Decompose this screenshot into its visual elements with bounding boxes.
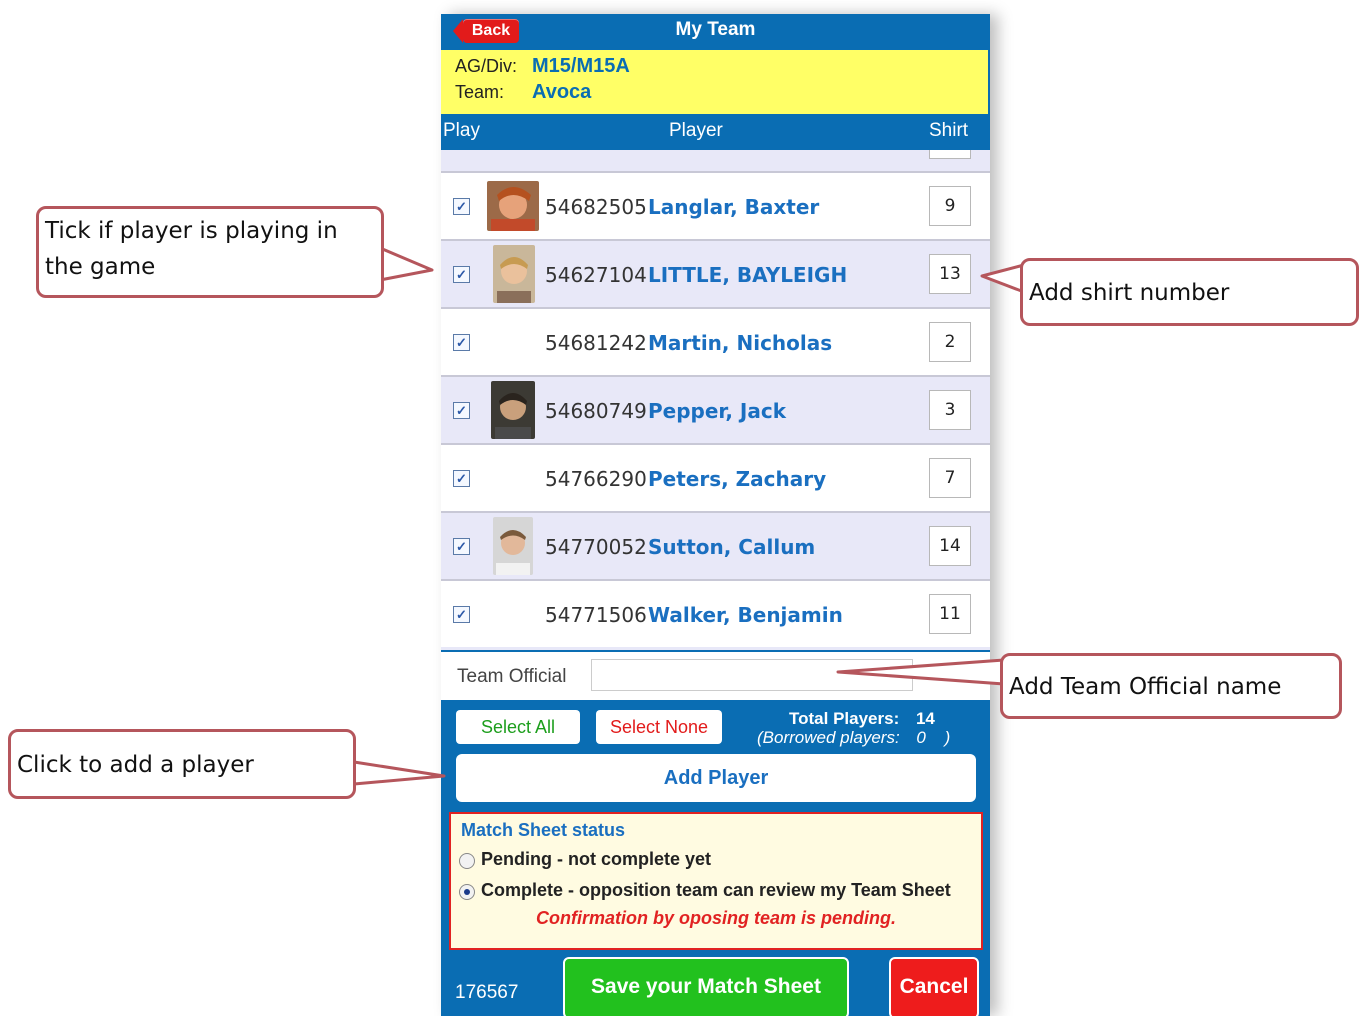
play-checkbox[interactable]: ✓ <box>453 402 470 419</box>
agdiv-value: M15/M15A <box>532 55 630 77</box>
total-players-label: Total Players: <box>789 709 900 728</box>
player-photo <box>487 181 539 231</box>
cancel-button[interactable]: Cancel <box>889 957 979 1016</box>
player-id: 54681242 <box>545 331 647 355</box>
shirt-number-input[interactable]: 13 <box>929 254 971 294</box>
team-info-panel: AG/Div: M15/M15A Team: Avoca <box>441 50 990 114</box>
column-headers: Play Player Shirt <box>441 114 990 150</box>
player-row[interactable]: ✓ 54771506 Walker, Benjamin 11 <box>441 579 990 647</box>
complete-label[interactable]: Complete - opposition team can review my… <box>481 880 951 901</box>
play-checkbox[interactable]: ✓ <box>453 470 470 487</box>
page-title: My Team <box>675 19 756 40</box>
shirt-number-input[interactable]: 9 <box>929 186 971 226</box>
matchsheet-status-box: Match Sheet status Pending - not complet… <box>449 812 983 950</box>
player-name[interactable]: Martin, Nicholas <box>648 331 832 355</box>
player-id: 54680749 <box>545 399 647 423</box>
player-name[interactable]: Langlar, Baxter <box>648 195 819 219</box>
confirmation-message: Confirmation by oposing team is pending. <box>535 908 896 928</box>
team-value: Avoca <box>532 81 592 103</box>
match-sheet-panel: Back My Team AG/Div: M15/M15A Team: Avoc… <box>441 14 990 1016</box>
play-checkbox[interactable]: ✓ <box>453 198 470 215</box>
team-official-row: Team Official <box>441 650 990 700</box>
player-list[interactable]: ✓ 54682505 Langlar, Baxter 9 ✓ 54627104 … <box>441 150 990 650</box>
shirt-number-input[interactable]: 14 <box>929 526 971 566</box>
player-name[interactable]: Walker, Benjamin <box>648 603 843 627</box>
shirt-number-input[interactable]: 7 <box>929 458 971 498</box>
player-name[interactable]: Pepper, Jack <box>648 399 786 423</box>
player-id: 54770052 <box>545 535 647 559</box>
borrowed-close: ) <box>944 728 951 747</box>
callout-add-player: Click to add a player <box>8 729 356 799</box>
team-official-label: Team Official <box>457 666 567 687</box>
pending-radio[interactable] <box>459 853 475 869</box>
play-checkbox[interactable]: ✓ <box>453 538 470 555</box>
player-name[interactable]: LITTLE, BAYLEIGH <box>648 263 847 287</box>
borrowed-players-value: 0 <box>916 728 926 747</box>
player-id: 54627104 <box>545 263 647 287</box>
shirt-column-header: Shirt <box>929 120 969 141</box>
agdiv-label: AG/Div: <box>455 56 518 76</box>
player-photo <box>491 381 535 439</box>
play-checkbox[interactable]: ✓ <box>453 606 470 623</box>
total-players-value: 14 <box>915 709 935 728</box>
team-official-input[interactable] <box>591 659 913 691</box>
borrowed-players-label: (Borrowed players: <box>757 728 900 747</box>
shirt-number-input[interactable]: 3 <box>929 390 971 430</box>
player-photo <box>493 517 533 575</box>
play-checkbox[interactable]: ✓ <box>453 266 470 283</box>
shirt-number-input[interactable]: 11 <box>929 594 971 634</box>
callout-shirt-number: Add shirt number <box>1020 258 1359 326</box>
player-id: 54766290 <box>545 467 647 491</box>
shirt-number-input[interactable]: 2 <box>929 322 971 362</box>
player-row[interactable]: ✓ 54766290 Peters, Zachary 7 <box>441 443 990 511</box>
matchsheet-id: 176567 <box>455 982 519 1003</box>
player-column-header: Player <box>669 120 723 141</box>
shirt-input-partial[interactable] <box>929 150 971 159</box>
callout-tick-player: Tick if player is playing in the game <box>36 206 384 298</box>
callout-team-official: Add Team Official name <box>1000 653 1342 719</box>
status-title: Match Sheet status <box>461 820 626 840</box>
pending-label[interactable]: Pending - not complete yet <box>481 849 711 870</box>
player-row[interactable]: ✓ 54627104 LITTLE, BAYLEIGH 13 <box>441 239 990 307</box>
player-row[interactable]: ✓ 54681242 Martin, Nicholas 2 <box>441 307 990 375</box>
select-all-button[interactable]: Select All <box>456 710 580 744</box>
callout-pointer-add <box>352 760 446 786</box>
team-label: Team: <box>455 82 505 102</box>
play-checkbox[interactable]: ✓ <box>453 334 470 351</box>
title-bar: Back My Team <box>441 14 990 50</box>
player-name[interactable]: Sutton, Callum <box>648 535 815 559</box>
add-player-button[interactable]: Add Player <box>456 754 976 802</box>
play-column-header: Play <box>443 120 480 141</box>
complete-radio[interactable] <box>459 884 475 900</box>
player-row[interactable]: ✓ 54770052 Sutton, Callum 14 <box>441 511 990 579</box>
player-row[interactable]: ✓ 54682505 Langlar, Baxter 9 <box>441 171 990 239</box>
callout-pointer-tick <box>378 246 434 282</box>
player-id: 54771506 <box>545 603 647 627</box>
player-row[interactable]: ✓ 54680749 Pepper, Jack 3 <box>441 375 990 443</box>
select-none-button[interactable]: Select None <box>596 710 722 744</box>
player-id: 54682505 <box>545 195 647 219</box>
player-name[interactable]: Peters, Zachary <box>648 467 826 491</box>
player-photo <box>493 245 535 303</box>
save-matchsheet-button[interactable]: Save your Match Sheet <box>563 957 849 1016</box>
